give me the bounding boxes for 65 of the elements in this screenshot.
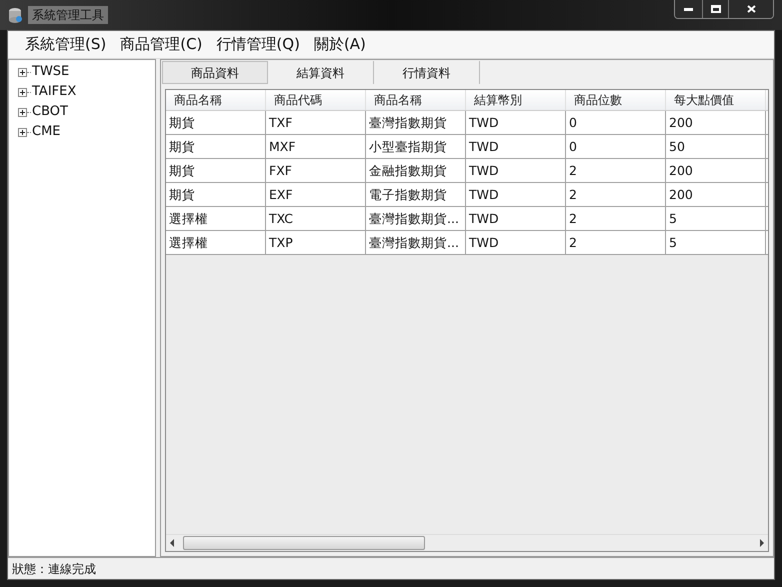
table-cell: TWD — [466, 231, 566, 254]
menu-item[interactable]: 系統管理(S) — [18, 33, 114, 56]
menu-item[interactable]: 商品管理(C) — [113, 33, 210, 56]
scroll-left-icon[interactable] — [169, 539, 175, 547]
expand-icon[interactable] — [18, 68, 27, 76]
table-cell: 期貨 — [166, 183, 266, 206]
column-header[interactable]: 商品名稱 — [366, 90, 466, 110]
column-header[interactable]: 結算幣別 — [466, 90, 566, 110]
table-cell: 200 — [666, 111, 766, 134]
column-header[interactable]: 商品位數 — [566, 90, 666, 110]
table-cell: TXF — [266, 111, 366, 134]
table-cell: TXC — [266, 207, 366, 230]
tree-item[interactable]: TWSE — [31, 62, 70, 82]
table-cell: 選擇權 — [166, 231, 266, 254]
tree-item[interactable]: CBOT — [31, 102, 68, 122]
status-text: 狀態：連線完成 — [12, 560, 96, 578]
table-cell: 2 — [566, 183, 666, 206]
table-cell: TWD — [466, 207, 566, 230]
table-cell: 小型臺指期貨 — [366, 135, 466, 158]
table-cell: 金融指數期貨 — [366, 159, 466, 182]
table-cell: 期貨 — [166, 111, 266, 134]
table-cell: 臺灣指數期貨... — [366, 231, 466, 254]
table-cell: 2 — [566, 231, 666, 254]
table-cell: TWD — [466, 135, 566, 158]
close-button[interactable] — [729, 0, 773, 18]
table-cell: TWD — [466, 159, 566, 182]
expand-icon[interactable] — [18, 88, 27, 96]
maximize-button[interactable] — [703, 0, 729, 18]
table-cell: 0 — [566, 111, 666, 134]
table-cell: EXF — [266, 183, 366, 206]
expand-icon[interactable] — [18, 128, 27, 136]
table-cell: TWD — [466, 111, 566, 134]
table-cell: 0 — [566, 135, 666, 158]
table-cell: 200 — [666, 159, 766, 182]
window-title: 系統管理工具 — [28, 6, 108, 24]
menu-item[interactable]: 行情管理(Q) — [209, 33, 307, 56]
menu-item[interactable]: 關於(A) — [306, 33, 373, 56]
minimize-button[interactable] — [675, 0, 703, 18]
expand-icon[interactable] — [18, 108, 27, 116]
table-cell: TWD — [466, 183, 566, 206]
table-cell: FXF — [266, 159, 366, 182]
table-cell: 5 — [666, 207, 766, 230]
column-header[interactable]: 每大點價值 — [666, 90, 766, 110]
app-icon — [8, 7, 22, 23]
table-cell: 2 — [566, 207, 666, 230]
table-cell: TXP — [266, 231, 366, 254]
table-cell: 期貨 — [166, 159, 266, 182]
table-cell: 臺灣指數期貨 — [366, 111, 466, 134]
table-cell: 5 — [666, 231, 766, 254]
close-icon — [746, 5, 756, 13]
table-cell: MXF — [266, 135, 366, 158]
tree-item[interactable]: CME — [31, 122, 61, 142]
tab[interactable]: 商品資料 — [162, 61, 268, 84]
table-cell: 選擇權 — [166, 207, 266, 230]
table-cell: 2 — [566, 159, 666, 182]
horizontal-scrollbar[interactable] — [166, 534, 768, 551]
table-cell: 電子指數期貨 — [366, 183, 466, 206]
table-cell: 期貨 — [166, 135, 266, 158]
table-cell: 臺灣指數期貨... — [366, 207, 466, 230]
tree-item[interactable]: TAIFEX — [31, 82, 76, 102]
table-cell: 50 — [666, 135, 766, 158]
table-cell: 200 — [666, 183, 766, 206]
column-header[interactable]: 商品名稱 — [166, 90, 266, 110]
scroll-right-icon[interactable] — [759, 539, 765, 547]
column-header[interactable]: 商品代碼 — [266, 90, 366, 110]
